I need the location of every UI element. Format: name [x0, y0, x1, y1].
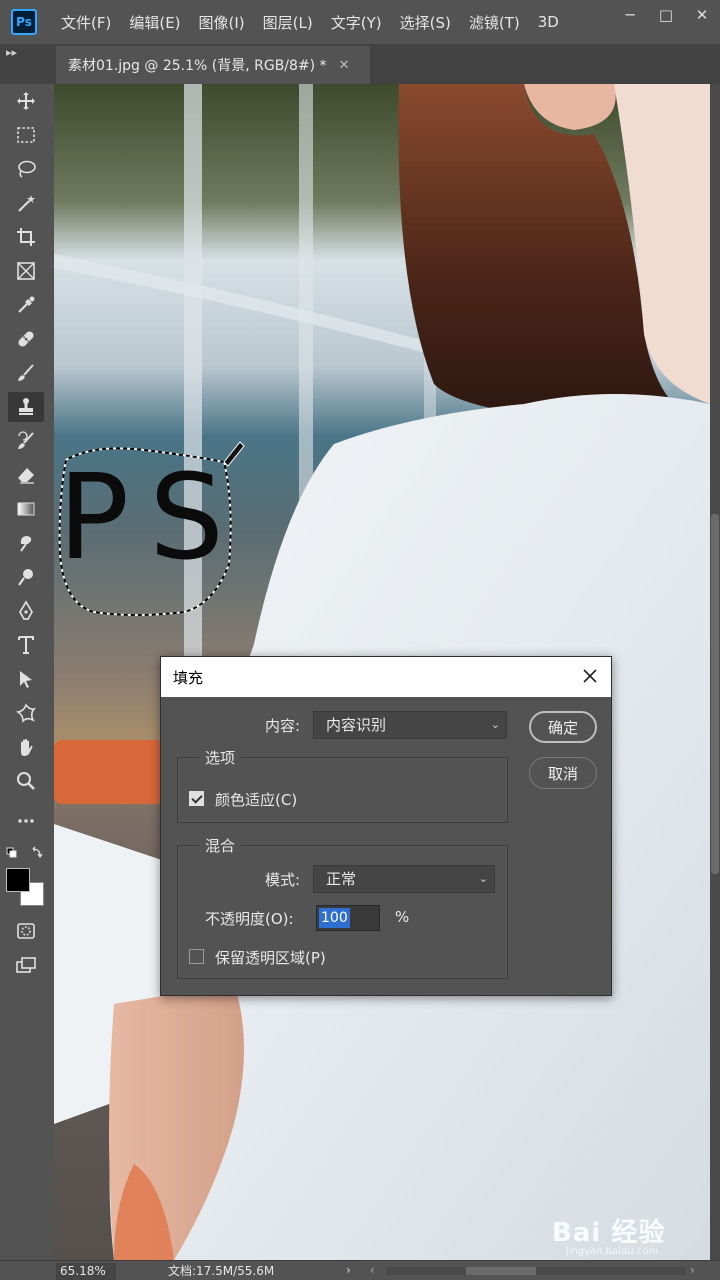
close-icon[interactable]: [579, 665, 601, 687]
content-select-value: 内容识别: [326, 716, 387, 734]
baidu-watermark: Bai 经验 jingyan.baidu.com: [552, 1212, 666, 1257]
dialog-titlebar: 填充: [161, 657, 611, 697]
screen-mode-icon[interactable]: [8, 950, 44, 980]
mode-label: 模式:: [265, 871, 301, 889]
collapse-panels-icon[interactable]: ▸▸: [6, 46, 17, 59]
smudge-icon[interactable]: [8, 528, 44, 558]
chevron-down-icon: ⌄: [490, 718, 500, 731]
brush-icon[interactable]: [8, 358, 44, 388]
gradient-icon[interactable]: [8, 494, 44, 524]
zoom-level-field[interactable]: 65.18%: [56, 1263, 116, 1280]
frame-icon[interactable]: [8, 256, 44, 286]
close-window-button[interactable]: ✕: [684, 0, 720, 30]
content-label: 内容:: [265, 717, 301, 735]
window-controls: ─ □ ✕: [612, 0, 720, 30]
scroll-left-icon[interactable]: ‹: [370, 1263, 375, 1277]
photoshop-window: Ps 文件(F) 编辑(E) 图像(I) 图层(L) 文字(Y) 选择(S) 滤…: [0, 0, 720, 1280]
foreground-color-swatch[interactable]: [6, 868, 30, 892]
photoshop-logo-icon: Ps: [11, 9, 37, 35]
dialog-title: 填充: [173, 669, 204, 687]
marquee-icon[interactable]: [8, 120, 44, 150]
status-menu-arrow-icon[interactable]: ›: [346, 1263, 351, 1277]
color-swatches: [6, 868, 46, 908]
opacity-value: 100: [319, 908, 350, 928]
vertical-scrollbar[interactable]: [710, 84, 720, 1260]
crop-icon[interactable]: [8, 222, 44, 252]
menu-image[interactable]: 图像(I): [199, 12, 245, 33]
mode-select-value: 正常: [326, 870, 357, 888]
eyedropper-icon[interactable]: [8, 290, 44, 320]
color-adapt-checkbox[interactable]: [189, 791, 204, 806]
color-swap-controls: [6, 846, 46, 862]
document-tab-bar: ▸▸ 素材01.jpg @ 25.1% (背景, RGB/8#) * ✕: [0, 44, 720, 84]
watermark-brand: Bai 经验: [552, 1218, 666, 1248]
tools-panel: [0, 84, 52, 1260]
document-tab[interactable]: 素材01.jpg @ 25.1% (背景, RGB/8#) * ✕: [56, 46, 370, 84]
opacity-input[interactable]: 100: [316, 905, 380, 931]
dodge-icon[interactable]: [8, 562, 44, 592]
quick-mask-icon[interactable]: [8, 916, 44, 946]
healing-brush-icon[interactable]: [8, 324, 44, 354]
menu-bar: Ps 文件(F) 编辑(E) 图像(I) 图层(L) 文字(Y) 选择(S) 滤…: [0, 0, 720, 44]
watermark-url: jingyan.baidu.com: [566, 1246, 659, 1257]
eraser-icon[interactable]: [8, 460, 44, 490]
cancel-button[interactable]: 取消: [529, 757, 597, 789]
default-colors-icon[interactable]: [6, 846, 46, 862]
minimize-button[interactable]: ─: [612, 0, 648, 30]
menu-edit[interactable]: 编辑(E): [129, 12, 180, 33]
menu-3d[interactable]: 3D: [538, 13, 559, 31]
document-size-info: 文档:17.5M/55.6M: [168, 1264, 275, 1278]
custom-shape-icon[interactable]: [8, 698, 44, 728]
menu-layer[interactable]: 图层(L): [263, 12, 313, 33]
lasso-icon[interactable]: [8, 154, 44, 184]
options-group-title: 选项: [199, 747, 242, 768]
move-icon[interactable]: [8, 86, 44, 116]
menu-filter[interactable]: 滤镜(T): [469, 12, 520, 33]
menu-file[interactable]: 文件(F): [61, 12, 111, 33]
magic-wand-icon[interactable]: [8, 188, 44, 218]
opacity-label: 不透明度(O):: [205, 910, 294, 928]
preserve-transparency-label: 保留透明区域(P): [215, 949, 326, 967]
close-tab-icon[interactable]: ✕: [339, 58, 350, 73]
horizontal-scrollbar[interactable]: [386, 1267, 686, 1275]
preserve-transparency-checkbox[interactable]: [189, 949, 204, 964]
scroll-right-icon[interactable]: ›: [690, 1263, 695, 1277]
content-select[interactable]: 内容识别 ⌄: [313, 711, 507, 739]
zoom-icon[interactable]: [8, 766, 44, 796]
more-tools-icon[interactable]: [8, 806, 44, 836]
type-icon[interactable]: [8, 630, 44, 660]
hand-icon[interactable]: [8, 732, 44, 762]
horizontal-scrollbar-thumb[interactable]: [466, 1267, 536, 1275]
opacity-unit: %: [395, 908, 410, 926]
document-tab-title: 素材01.jpg @ 25.1% (背景, RGB/8#) *: [68, 58, 327, 74]
history-brush-icon[interactable]: [8, 426, 44, 456]
fill-dialog: 填充 内容: 内容识别 ⌄ 确定 取消 选项 颜色适应(C) 混合 模式: 正常…: [160, 656, 612, 996]
maximize-button[interactable]: □: [648, 0, 684, 30]
ok-button[interactable]: 确定: [529, 711, 597, 743]
ps-overlay-text: PS: [58, 448, 245, 586]
path-selection-icon[interactable]: [8, 664, 44, 694]
pen-icon[interactable]: [8, 596, 44, 626]
mode-select[interactable]: 正常 ⌄: [313, 865, 495, 893]
clone-stamp-icon[interactable]: [8, 392, 44, 422]
menu-select[interactable]: 选择(S): [400, 12, 451, 33]
vertical-scrollbar-thumb[interactable]: [711, 514, 719, 874]
chevron-down-icon: ⌄: [478, 872, 488, 885]
color-adapt-label: 颜色适应(C): [215, 791, 298, 809]
blend-group-title: 混合: [199, 835, 242, 856]
status-bar: 65.18% 文档:17.5M/55.6M › ‹ ›: [0, 1260, 720, 1280]
menu-type[interactable]: 文字(Y): [331, 12, 382, 33]
